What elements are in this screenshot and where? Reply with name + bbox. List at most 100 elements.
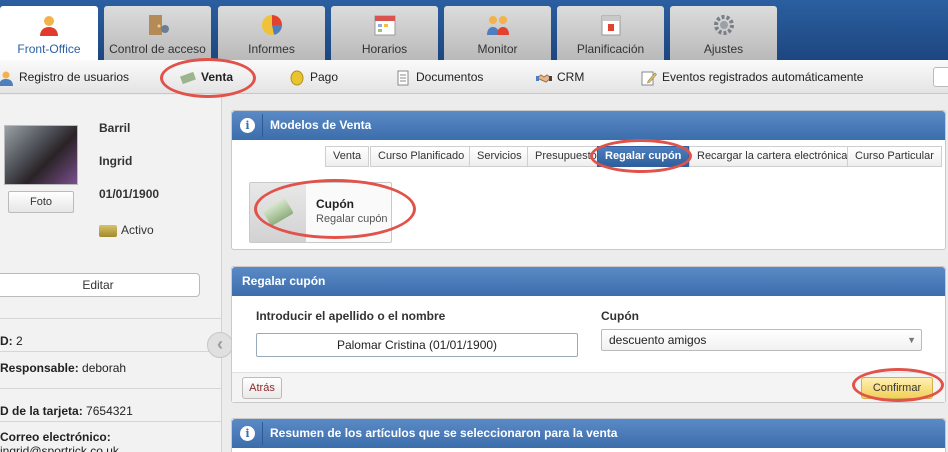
tab-servicios[interactable]: Servicios — [469, 146, 530, 167]
subnav-label: Eventos registrados automáticamente — [662, 70, 864, 84]
nav-tab-label: Informes — [248, 42, 295, 56]
secondary-navigation: Registro de usuarios Venta Pago Document… — [0, 60, 948, 94]
edit-button[interactable]: Editar — [0, 273, 200, 297]
subnav-label: CRM — [557, 70, 585, 84]
card-label: D de la tarjeta: — [0, 404, 83, 418]
photo-button[interactable]: Foto — [8, 191, 74, 213]
document-icon — [397, 70, 409, 86]
calendar-icon — [601, 15, 620, 36]
nav-tab-label: Front-Office — [17, 42, 81, 56]
cupon-select[interactable]: descuento amigos ▼ — [601, 329, 922, 351]
coupon-icon — [250, 183, 306, 242]
handshake-icon — [536, 74, 552, 83]
nav-tab-control-de-acceso[interactable]: Control de acceso — [104, 6, 211, 60]
member-photo — [4, 125, 78, 185]
cupon-card-title: Cupón — [316, 197, 354, 211]
subnav-eventos[interactable]: Eventos registrados automáticamente — [641, 60, 863, 94]
panel-header: Regalar cupón — [232, 267, 945, 296]
subnav-pago[interactable]: Pago — [289, 60, 338, 94]
subnav-label: Pago — [310, 70, 339, 84]
panel-footer: Atrás Confirmar — [232, 372, 945, 402]
nav-tab-front-office[interactable]: Front-Office — [0, 6, 98, 60]
user-icon — [0, 71, 13, 86]
subnav-search-button[interactable] — [933, 67, 948, 87]
confirm-button[interactable]: Confirmar — [861, 377, 933, 399]
panel-title: Resumen de los artículos que se seleccio… — [270, 426, 618, 440]
responsable-label: Responsable: — [0, 361, 79, 375]
nav-tab-informes[interactable]: Informes — [218, 6, 325, 60]
tab-curso-planificado[interactable]: Curso Planificado — [370, 146, 473, 167]
subnav-label: Venta — [201, 70, 234, 84]
group-icon — [486, 16, 509, 35]
subnav-documentos[interactable]: Documentos — [395, 60, 483, 94]
panel-title: Modelos de Venta — [270, 118, 372, 132]
resumen-panel: i Resumen de los artículos que se selecc… — [231, 418, 946, 452]
member-first-name: Ingrid — [99, 154, 133, 168]
divider — [0, 318, 222, 319]
gear-icon — [713, 15, 734, 35]
panel-header: i Resumen de los artículos que se selecc… — [232, 419, 945, 448]
coin-icon — [290, 70, 304, 86]
collapse-sidebar-button[interactable]: ‹ — [207, 332, 233, 358]
nav-tab-monitor[interactable]: Monitor — [444, 6, 551, 60]
member-last-name: Barril — [99, 121, 131, 135]
tab-presupuesto[interactable]: Presupuesto — [527, 146, 605, 167]
member-email-row: Correo electrónico: ingrid@sportrick.co.… — [0, 430, 221, 452]
member-card-row: D de la tarjeta: 7654321 — [0, 404, 133, 418]
member-status: Activo — [99, 223, 154, 237]
subnav-crm[interactable]: CRM — [536, 60, 584, 94]
nav-tab-label: Monitor — [477, 42, 518, 56]
divider — [0, 351, 222, 352]
subnav-label: Documentos — [416, 70, 484, 84]
cupon-field-label: Cupón — [601, 309, 639, 323]
status-money-icon — [99, 224, 117, 237]
nav-tab-ajustes[interactable]: Ajustes — [670, 6, 777, 60]
tab-curso-particular[interactable]: Curso Particular — [847, 146, 942, 167]
header-separator — [262, 422, 263, 445]
tab-regalar-cupon[interactable]: Regalar cupón — [597, 146, 690, 167]
nav-tab-planificacion[interactable]: Planificación — [557, 6, 664, 60]
cupon-card-subtitle: Regalar cupón — [316, 213, 388, 225]
edit-icon — [641, 71, 657, 86]
cupon-card[interactable]: Cupón Regalar cupón — [249, 182, 392, 243]
tab-recargar-cartera[interactable]: Recargar la cartera electrónica — [689, 146, 856, 167]
id-label: D: — [0, 334, 13, 348]
email-label: Correo electrónico: — [0, 430, 111, 444]
divider — [0, 388, 222, 389]
responsable-value: deborah — [82, 361, 127, 375]
member-sidebar: Foto Barril Ingrid 01/01/1900 Activo Edi… — [0, 95, 222, 452]
modelos-de-venta-panel: i Modelos de Venta Venta Curso Planifica… — [231, 110, 946, 250]
regalar-cupon-panel: Regalar cupón Introducir el apellido o e… — [231, 266, 946, 403]
divider — [0, 421, 222, 422]
member-id-row: D: 2 — [0, 334, 23, 348]
nav-tab-label: Planificación — [576, 42, 645, 56]
chevron-down-icon: ▼ — [907, 335, 916, 345]
member-responsable-row: Responsable: deborah — [0, 361, 126, 375]
id-value: 2 — [16, 334, 23, 348]
access-control-icon — [148, 15, 169, 35]
card-value: 7654321 — [86, 404, 133, 418]
nav-tab-label: Horarios — [361, 42, 408, 56]
calendar-grid-icon — [374, 15, 395, 36]
nav-tab-label: Ajustes — [703, 42, 744, 56]
panel-title: Regalar cupón — [242, 274, 326, 288]
info-icon: i — [240, 118, 255, 133]
member-birthdate: 01/01/1900 — [99, 187, 160, 201]
tab-venta[interactable]: Venta — [325, 146, 370, 167]
subnav-venta[interactable]: Venta — [180, 60, 233, 94]
subnav-label: Registro de usuarios — [19, 70, 130, 84]
pie-chart-icon — [261, 15, 282, 35]
info-icon: i — [240, 426, 255, 441]
subnav-registro-de-usuarios[interactable]: Registro de usuarios — [0, 60, 129, 94]
name-search-input[interactable]: Palomar Cristina (01/01/1900) — [256, 333, 578, 357]
top-navigation: Front-Office Control de acceso Informes … — [0, 0, 948, 60]
person-icon — [40, 16, 58, 36]
back-button[interactable]: Atrás — [242, 377, 282, 399]
header-separator — [262, 114, 263, 137]
cupon-select-value: descuento amigos — [609, 333, 707, 347]
name-field-label: Introducir el apellido o el nombre — [256, 309, 446, 323]
email-value: ingrid@sportrick.co.uk — [0, 444, 119, 452]
money-icon — [180, 71, 196, 84]
nav-tab-horarios[interactable]: Horarios — [331, 6, 438, 60]
nav-tab-label: Control de acceso — [109, 42, 206, 56]
